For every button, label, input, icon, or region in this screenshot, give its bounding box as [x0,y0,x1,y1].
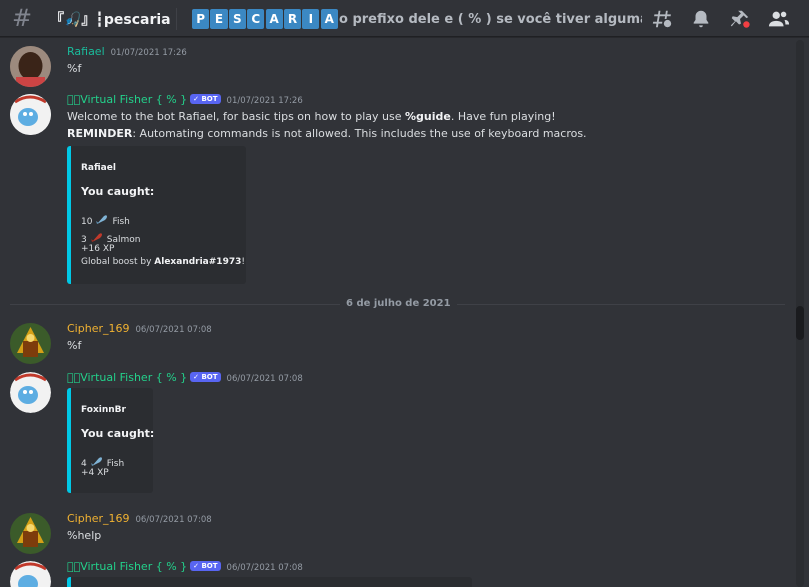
topic-letter-tiles: P E S C A R I A [192,9,339,29]
hash-icon: # [12,4,33,32]
timestamp: 06/07/2021 07:08 [226,563,303,573]
timestamp: 01/07/2021 17:26 [226,96,303,106]
channel-header: # 『🎣』┇pescaria P E S C A R I A o prefixo… [0,0,809,37]
timestamp: 06/07/2021 07:08 [135,325,212,335]
timestamp: 01/07/2021 17:26 [110,48,187,58]
catch-line: 3 Salmon [81,230,140,245]
embed-author: FoxinnBr [81,405,126,415]
salmon-icon [90,230,104,244]
username[interactable]: ⭑ৈVirtual Fisher { % } [67,371,187,384]
xp-text: +4 XP [81,468,109,478]
message[interactable]: Rafiael 01/07/2021 17:26 %f [0,42,795,90]
message-text: %f [67,339,82,352]
channel-name[interactable]: 『🎣』┇pescaria [50,9,171,29]
username[interactable]: ⭑ৈVirtual Fisher { % } [67,560,187,573]
bell-icon[interactable] [690,8,712,30]
xp-text: +16 XP [81,244,115,254]
message-text: REMINDER: Automating commands is not all… [67,127,587,140]
topic-tile: P [192,9,210,29]
topic-tile: C [247,9,265,29]
message-text: Welcome to the bot Rafiael, for basic ti… [67,110,556,123]
catch-line: 4 Fish [81,454,124,469]
avatar[interactable] [10,513,51,554]
topic-tile: A [265,9,283,29]
embed: FoxinnBr You caught: 4 Fish +4 XP [67,388,155,493]
embed [67,577,472,587]
bot-avatar[interactable] [10,94,51,135]
pin-icon[interactable] [729,8,751,30]
message-text: %help [67,529,102,542]
username[interactable]: Cipher_169 [67,512,129,525]
bot-badge: ✓ BOT [190,561,221,571]
message[interactable]: ⭑ৈVirtual Fisher { % } ✓ BOT 06/07/2021 07… [0,557,795,587]
fish-icon [95,212,109,226]
message[interactable]: ⭑ৈVirtual Fisher { % } ✓ BOT 01/07/2021 17… [0,90,795,290]
message[interactable]: Cipher_169 06/07/2021 07:08 %help [0,509,795,557]
topic-tile: I [302,9,320,29]
timestamp: 06/07/2021 07:08 [135,515,212,525]
embed-title: You caught: [81,185,155,198]
embed-author: Rafiael [81,163,116,173]
members-icon[interactable] [768,8,790,30]
bot-avatar[interactable] [10,372,51,413]
command-text: %guide [405,110,451,123]
channel-topic[interactable]: P E S C A R I A o prefixo dele e ( % ) s… [192,8,642,30]
catch-line: 10 Fish [81,212,130,227]
bot-badge: ✓ BOT [190,372,221,382]
topic-text: o prefixo dele e ( % ) se você tiver alg… [339,11,642,27]
message[interactable]: ⭑ৈVirtual Fisher { % } ✓ BOT 06/07/2021 07… [0,368,795,508]
username[interactable]: Cipher_169 [67,322,129,335]
threads-icon[interactable] [651,8,673,30]
bot-badge: ✓ BOT [190,94,221,104]
avatar[interactable] [10,46,51,87]
username[interactable]: Rafiael [67,45,105,58]
avatar[interactable] [10,323,51,364]
topic-tile: S [228,9,246,29]
embed: Rafiael You caught: 10 Fish 3 Salmon +16 X… [67,146,246,284]
message-text: %f [67,62,82,75]
boost-text: Global boost by Alexandria#1973! [81,257,245,267]
header-divider [176,8,177,30]
topic-tile: E [210,9,228,29]
embed-title: You caught: [81,427,155,440]
message[interactable]: Cipher_169 06/07/2021 07:08 %f [0,319,795,367]
timestamp: 06/07/2021 07:08 [226,374,303,384]
bot-avatar[interactable] [10,561,51,587]
topic-tile: R [283,9,302,29]
scrollbar-thumb[interactable] [796,306,804,340]
username[interactable]: ⭑ৈVirtual Fisher { % } [67,93,187,106]
date-label: 6 de julho de 2021 [340,298,457,309]
fish-icon [90,454,104,468]
topic-tile: A [320,9,338,29]
